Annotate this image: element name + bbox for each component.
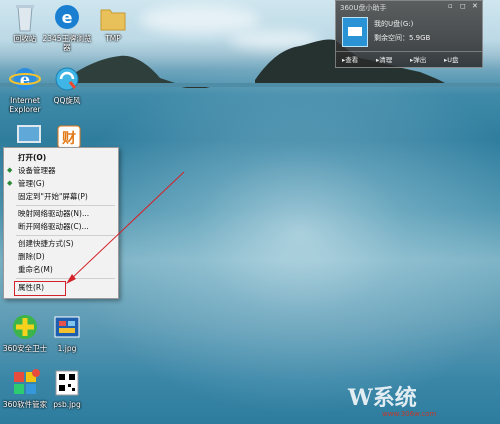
qq-whirlwind-icon xyxy=(50,64,84,96)
desktop-icon-label: TMP xyxy=(105,34,121,43)
folder-icon xyxy=(96,2,130,34)
watermark: W系统 www.306w.com xyxy=(340,378,500,424)
close-icon[interactable]: ✕ xyxy=(472,2,478,10)
desktop-icon-label: psb.jpg xyxy=(53,400,81,409)
image-file-icon xyxy=(50,312,84,344)
panel-button-label: 清理 xyxy=(379,56,393,64)
panel-button-label: U盘 xyxy=(447,56,459,64)
internet-explorer-icon: e xyxy=(8,64,42,96)
shield-icon: ◆ xyxy=(7,179,13,187)
panel-title: 360U盘小助手 xyxy=(340,4,387,12)
desktop-icon-qq-whirlwind[interactable]: QQ旋风 xyxy=(42,64,92,105)
menu-item-delete[interactable]: 删除(D) xyxy=(18,252,45,262)
360-software-icon xyxy=(8,368,42,400)
panel-button-label: 查看 xyxy=(345,56,359,64)
menu-item-device-manager[interactable]: 设备管理器 xyxy=(18,166,56,176)
desktop-icon-2345-browser[interactable]: e 2345王牌浏览器 xyxy=(42,2,92,52)
highlight-box xyxy=(14,281,66,296)
panel-udisk-button[interactable]: ▸U盘 xyxy=(444,54,459,64)
watermark-brand: W系统 xyxy=(348,385,417,411)
menu-separator xyxy=(16,278,115,279)
menu-item-manage[interactable]: 管理(G) xyxy=(18,179,45,189)
menu-item-disconnect-network-drive[interactable]: 断开网络驱动器(C)... xyxy=(18,222,89,232)
panel-button-label: 弹出 xyxy=(413,56,427,64)
svg-text:e: e xyxy=(20,70,30,89)
menu-item-rename[interactable]: 重命名(M) xyxy=(18,265,53,275)
desktop-icon-psb-jpg[interactable]: psb.jpg xyxy=(42,368,92,409)
desktop-icon-1-jpg[interactable]: 1.jpg xyxy=(42,312,92,353)
desktop-icon-label: 1.jpg xyxy=(57,344,77,353)
browser-2345-icon: e xyxy=(50,2,84,34)
360-safe-icon xyxy=(8,312,42,344)
context-menu: 打开(O) ◆ 设备管理器 ◆ 管理(G) 固定到"开始"屏幕(P) 映射网络驱… xyxy=(3,147,119,299)
watermark-url: www.306w.com xyxy=(382,410,437,418)
menu-item-create-shortcut[interactable]: 创建快捷方式(S) xyxy=(18,239,74,249)
shield-icon: ◆ xyxy=(7,166,13,174)
menu-item-open[interactable]: 打开(O) xyxy=(18,153,46,163)
usb-helper-panel: 360U盘小助手 ▫ ◻ ✕ 我的U盘(G:) 剩余空间：5.9GB ▸查看 ▸… xyxy=(335,0,483,68)
panel-clean-button[interactable]: ▸清理 xyxy=(376,54,392,64)
menu-separator xyxy=(16,235,115,236)
panel-divider xyxy=(336,51,482,52)
drive-name: 我的U盘(G:) xyxy=(374,20,414,28)
menu-separator xyxy=(16,205,115,206)
menu-item-pin-to-start[interactable]: 固定到"开始"屏幕(P) xyxy=(18,192,88,202)
usb-drive-icon xyxy=(342,17,368,47)
menu-item-map-network-drive[interactable]: 映射网络驱动器(N)... xyxy=(18,209,89,219)
settings-icon[interactable]: ◻ xyxy=(460,2,466,10)
desktop-icon-finance[interactable]: 财 xyxy=(44,124,94,149)
desktop-icon-tmp-folder[interactable]: TMP xyxy=(88,2,138,43)
recycle-bin-icon xyxy=(8,2,42,34)
panel-view-button[interactable]: ▸查看 xyxy=(342,54,358,64)
desktop-icon-label: QQ旋风 xyxy=(53,96,81,105)
svg-text:财: 财 xyxy=(61,130,76,147)
minimize-icon[interactable]: ▫ xyxy=(448,2,453,10)
qr-image-file-icon xyxy=(50,368,84,400)
svg-text:e: e xyxy=(62,8,73,27)
panel-eject-button[interactable]: ▸弹出 xyxy=(410,54,426,64)
desktop-icon-label: 2345王牌浏览器 xyxy=(42,34,92,52)
free-space: 剩余空间：5.9GB xyxy=(374,34,431,42)
